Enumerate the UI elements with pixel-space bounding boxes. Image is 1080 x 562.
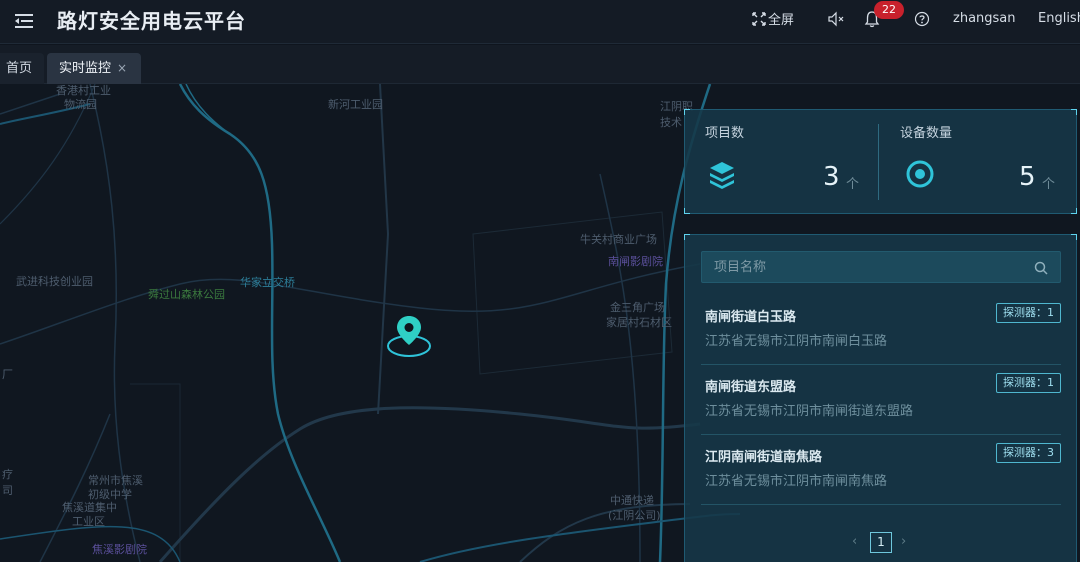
map-label: 初级中学	[88, 488, 132, 501]
project-name: 南闸街道白玉路	[705, 310, 797, 325]
map-label: 香港村工业	[56, 84, 111, 97]
target-icon	[906, 160, 934, 192]
menu-toggle-icon[interactable]	[12, 9, 36, 33]
map-label: 牛关村商业广场	[580, 233, 657, 246]
project-address: 江苏省无锡市江阴市南闸街道东盟路	[705, 404, 914, 419]
detector-count-badge: 探测器：3	[996, 443, 1061, 463]
next-page-button[interactable]: ›	[901, 534, 906, 549]
map-label: 焦溪道集中	[62, 501, 117, 514]
location-pin-icon[interactable]	[385, 314, 433, 362]
tab-realtime-monitor[interactable]: 实时监控 ×	[47, 53, 142, 84]
map-label: 疗	[2, 468, 13, 481]
notification-badge: 22	[874, 1, 904, 19]
page-number-button[interactable]: 1	[870, 532, 892, 553]
map-label: 物流园	[64, 98, 97, 111]
project-count-label: 项目数	[705, 126, 745, 141]
project-address: 江苏省无锡市江阴市南闸南焦路	[705, 474, 888, 489]
stat-divider	[878, 124, 879, 200]
list-item[interactable]: 南闸街道白玉路 探测器：1 江苏省无锡市江阴市南闸白玉路	[701, 295, 1061, 365]
detector-count-badge: 探测器：1	[996, 303, 1061, 323]
language-switch[interactable]: English	[1038, 11, 1080, 26]
panel-corner	[1071, 109, 1077, 115]
pagination: ‹ 1 ›	[852, 532, 912, 554]
project-count-value: 3	[823, 162, 840, 192]
panel-corner	[684, 208, 690, 214]
map-label: 技术	[660, 116, 682, 129]
map-label: 新河工业园	[328, 98, 383, 111]
map-label: 焦溪影剧院	[92, 543, 147, 556]
project-name: 南闸街道东盟路	[705, 380, 797, 395]
panel-corner	[1071, 208, 1077, 214]
tab-bar: 首页 实时监控 ×	[0, 45, 1080, 84]
stats-panel: 项目数 3 个 设备数量 5 个	[684, 109, 1077, 214]
list-item[interactable]: 南闸街道东盟路 探测器：1 江苏省无锡市江阴市南闸街道东盟路	[701, 365, 1061, 435]
device-count-unit: 个	[1042, 177, 1056, 192]
top-header: 路灯安全用电云平台 全屏 22 zhangsan English	[0, 0, 1080, 44]
help-icon[interactable]	[914, 11, 930, 31]
panel-corner	[1071, 234, 1077, 240]
user-menu[interactable]: zhangsan	[953, 11, 1016, 26]
search-box	[701, 251, 1061, 283]
device-count-value: 5	[1019, 162, 1036, 192]
map-label: 金三角广场	[610, 301, 665, 314]
tab-label: 首页	[6, 61, 33, 76]
map-label: 武进科技创业园	[16, 275, 93, 288]
app-title: 路灯安全用电云平台	[57, 9, 246, 33]
mute-icon[interactable]	[827, 10, 845, 32]
map-label: 司	[2, 484, 13, 497]
map-label: 南闸影剧院	[608, 255, 663, 268]
device-count-label: 设备数量	[900, 126, 953, 141]
map-label: 家居村石材区	[606, 316, 672, 329]
project-address: 江苏省无锡市江阴市南闸白玉路	[705, 334, 888, 349]
project-count-unit: 个	[846, 177, 860, 192]
panel-corner	[684, 109, 690, 115]
map-label: 工业区	[72, 515, 105, 528]
prev-page-button[interactable]: ‹	[852, 534, 857, 549]
map-label: 常州市焦溪	[88, 474, 143, 487]
tab-label: 实时监控	[59, 61, 112, 76]
map-label: 舜过山森林公园	[148, 288, 225, 301]
map-label: 华家立交桥	[240, 276, 295, 289]
map-label: 厂	[2, 368, 13, 381]
map-label: 中通快递	[610, 494, 654, 507]
search-icon[interactable]	[1034, 260, 1048, 279]
project-list-panel: 南闸街道白玉路 探测器：1 江苏省无锡市江阴市南闸白玉路 南闸街道东盟路 探测器…	[684, 234, 1077, 562]
layers-icon	[709, 160, 735, 194]
fullscreen-icon	[752, 11, 766, 26]
close-icon[interactable]: ×	[117, 61, 127, 75]
map-label: (江阴公司)	[608, 509, 661, 522]
tab-home[interactable]: 首页	[0, 53, 45, 84]
project-name: 江阴南闸街道南焦路	[705, 450, 823, 465]
detector-count-badge: 探测器：1	[996, 373, 1061, 393]
list-item[interactable]: 江阴南闸街道南焦路 探测器：3 江苏省无锡市江阴市南闸南焦路	[701, 435, 1061, 505]
fullscreen-button[interactable]: 全屏	[752, 9, 794, 28]
search-input[interactable]	[702, 252, 1032, 282]
panel-corner	[684, 234, 690, 240]
fullscreen-label: 全屏	[768, 13, 795, 28]
